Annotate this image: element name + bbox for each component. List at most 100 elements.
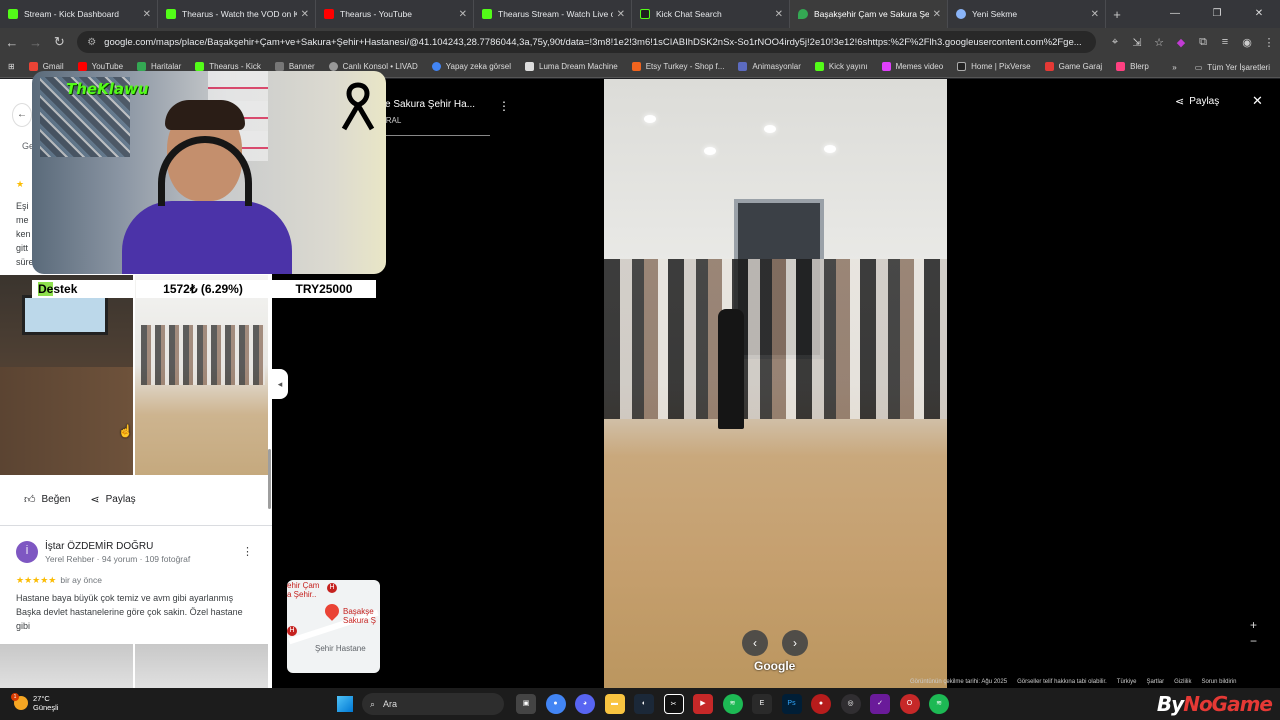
close-tab-icon[interactable]: ✕: [933, 9, 941, 20]
close-tab-icon[interactable]: ✕: [617, 9, 625, 20]
blerp-icon: [1116, 62, 1126, 71]
epic-games-icon[interactable]: E: [752, 694, 772, 714]
bookmark-label: Haritalar: [151, 62, 182, 71]
copyright-link[interactable]: Görseller telif hakkına tabi olabilir.: [1017, 679, 1107, 688]
task-view-icon[interactable]: ▣: [516, 694, 536, 714]
scrollbar[interactable]: [268, 449, 271, 509]
street-view-image[interactable]: [604, 79, 947, 688]
close-tab-icon[interactable]: ✕: [301, 9, 309, 20]
capcut-icon[interactable]: ✂: [663, 694, 684, 714]
etsy-icon: [631, 62, 641, 71]
tab-google-maps[interactable]: Başakşehir Çam ve Sakura Şehi ✕: [790, 0, 948, 28]
chevron-right-icon[interactable]: ›: [782, 630, 808, 656]
maximize-icon[interactable]: ❐: [1196, 0, 1238, 28]
bookmark-blerp[interactable]: Blerp: [1116, 62, 1149, 71]
new-tab-button[interactable]: +: [1106, 7, 1128, 22]
share-button[interactable]: ⋖ Paylaş: [90, 493, 135, 506]
share-button[interactable]: ⋖ Paylaş: [1175, 95, 1219, 108]
spotify-icon[interactable]: ≋: [722, 694, 743, 714]
zoom-in-icon[interactable]: +: [1250, 617, 1257, 633]
review-photo[interactable]: [0, 644, 133, 688]
media-icon[interactable]: ≡: [1214, 36, 1236, 49]
stream-app-icon[interactable]: ▶: [693, 694, 713, 714]
close-icon[interactable]: ✕: [1252, 93, 1263, 109]
like-button[interactable]: 👍︎ Beğen: [24, 493, 70, 506]
bookmark-star-icon[interactable]: ☆: [1148, 36, 1170, 49]
back-arrow-icon[interactable]: ←: [12, 103, 32, 127]
bookmark-canli-konsol[interactable]: Canlı Konsol • LIVAD: [328, 62, 418, 71]
more-options-icon[interactable]: ⋮: [498, 99, 510, 113]
close-tab-icon[interactable]: ✕: [459, 9, 467, 20]
reviewer-name[interactable]: İştar ÖZDEMİR DOĞRU: [45, 541, 153, 552]
extensions-puzzle-icon[interactable]: ⧉: [1192, 36, 1214, 49]
terms-link[interactable]: Şartlar: [1146, 679, 1164, 688]
profile-icon[interactable]: ◉: [1236, 36, 1258, 49]
report-link[interactable]: Sorun bildirin: [1201, 679, 1236, 688]
bookmark-animasyonlar[interactable]: Animasyonlar: [738, 62, 801, 71]
tab-new-tab[interactable]: Yeni Sekme ✕: [948, 0, 1106, 28]
all-bookmarks[interactable]: » ▭ Tüm Yer İşaretleri: [1172, 56, 1270, 78]
steam-icon[interactable]: ◐: [634, 694, 654, 714]
close-tab-icon[interactable]: ✕: [1091, 9, 1099, 20]
privacy-link[interactable]: Gizlilik: [1174, 679, 1191, 688]
opera-icon[interactable]: O: [899, 694, 920, 714]
discord-icon[interactable]: ◕: [575, 694, 595, 714]
snippet-line: Eşi: [16, 201, 29, 211]
spotify-icon[interactable]: ≋: [929, 694, 949, 714]
bookmark-thearus-kick[interactable]: Thearus - Kick: [195, 62, 261, 71]
region-link[interactable]: Türkiye: [1117, 679, 1137, 688]
brand-by: By: [1156, 692, 1184, 716]
forward-icon[interactable]: →: [24, 35, 48, 50]
review-photo[interactable]: [135, 644, 268, 688]
close-window-icon[interactable]: ✕: [1238, 0, 1280, 28]
bookmark-gmail[interactable]: Gmail: [28, 62, 64, 71]
red-app-icon[interactable]: ●: [811, 694, 831, 714]
more-options-icon[interactable]: ⋮: [242, 545, 253, 558]
chevron-left-icon[interactable]: ‹: [742, 630, 768, 656]
site-info-icon[interactable]: ⚙: [87, 37, 96, 48]
minimize-icon[interactable]: —: [1154, 0, 1196, 28]
bookmark-youtube[interactable]: YouTube: [77, 62, 123, 71]
bookmark-kick-yayini[interactable]: Kick yayını: [814, 62, 868, 71]
menu-icon[interactable]: ⋮: [1258, 36, 1280, 49]
bookmark-banner[interactable]: Banner: [274, 62, 315, 71]
zoom-out-icon[interactable]: −: [1250, 633, 1257, 649]
tab-title: Thearus - YouTube: [340, 9, 412, 19]
tab-youtube[interactable]: Thearus - YouTube ✕: [316, 0, 474, 28]
extension-icon[interactable]: ◆: [1170, 36, 1192, 49]
all-bookmarks-label: Tüm Yer İşaretleri: [1207, 62, 1270, 72]
address-bar[interactable]: ⚙ google.com/maps/place/Başakşehir+Çam+v…: [77, 31, 1096, 53]
taskbar-search[interactable]: ⌕ Ara: [362, 693, 504, 715]
review-photo[interactable]: [135, 275, 268, 475]
photoshop-icon[interactable]: Ps: [781, 694, 802, 714]
location-icon[interactable]: ⌖: [1104, 36, 1126, 49]
tab-kick-vod[interactable]: Thearus - Watch the VOD on Ki ✕: [158, 0, 316, 28]
close-tab-icon[interactable]: ✕: [143, 9, 151, 20]
bookmark-haritalar[interactable]: Haritalar: [137, 62, 181, 71]
bookmark-game-garaj[interactable]: Game Garaj: [1044, 62, 1102, 71]
obs-icon[interactable]: ◎: [840, 694, 861, 714]
video-editor-icon[interactable]: ✓: [870, 694, 890, 714]
bookmark-yapay-zeka[interactable]: Yapay zeka görsel: [431, 62, 511, 71]
file-explorer-icon[interactable]: ▬: [604, 694, 625, 714]
bookmark-etsy[interactable]: Etsy Turkey - Shop f...: [631, 62, 724, 71]
tab-kick-live[interactable]: Thearus Stream - Watch Live o ✕: [474, 0, 632, 28]
tab-kick-chat-search[interactable]: Kick Chat Search ✕: [632, 0, 790, 28]
apps-icon[interactable]: ⊞: [8, 62, 15, 71]
avatar[interactable]: İ: [16, 541, 38, 563]
weather-widget[interactable]: 1 27°C Güneşli: [11, 693, 58, 712]
back-icon[interactable]: ←: [0, 35, 24, 50]
bookmark-luma[interactable]: Luma Dream Machine: [525, 62, 618, 71]
tab-kick-dashboard[interactable]: Stream - Kick Dashboard ✕: [0, 0, 158, 28]
review-photo[interactable]: [0, 275, 133, 475]
collapse-panel-button[interactable]: ◂: [272, 369, 288, 399]
close-tab-icon[interactable]: ✕: [775, 9, 783, 20]
windows-start-icon[interactable]: [337, 696, 353, 712]
reload-icon[interactable]: ↻: [47, 34, 71, 50]
bookmark-memes[interactable]: Memes video: [881, 62, 943, 71]
install-icon[interactable]: ⇲: [1126, 36, 1148, 49]
chrome-icon[interactable]: ●: [545, 694, 566, 714]
minimap[interactable]: H H ehir Çam a Şehir.. Başakşe Sakura Ş …: [287, 580, 380, 673]
chevron-right-icon[interactable]: »: [1172, 63, 1176, 72]
bookmark-pixverse[interactable]: Home | PixVerse: [957, 62, 1031, 71]
